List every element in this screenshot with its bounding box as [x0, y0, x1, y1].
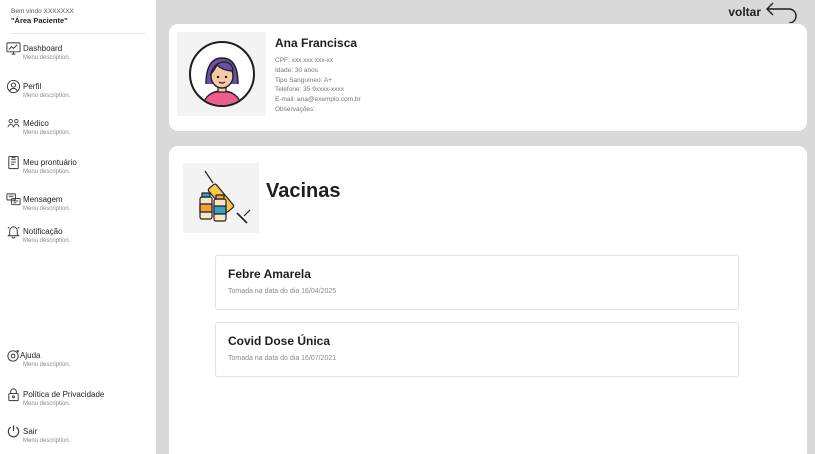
sidebar-item-label: Dashboard	[23, 44, 63, 53]
vaccines-icon-box	[183, 163, 259, 233]
vaccine-date: Tomada na data do dia 16/04/2025	[228, 288, 337, 295]
sidebar-item-description: Menu description.	[23, 206, 71, 212]
dashboard-icon	[6, 41, 21, 56]
sidebar-divider	[11, 33, 145, 34]
back-button[interactable]: voltar	[728, 0, 799, 24]
sidebar-item-meu-prontuario[interactable]: Meu prontuário Menu description.	[4, 155, 152, 183]
patient-notes: Observações:	[275, 105, 316, 113]
back-button-label: voltar	[728, 5, 761, 19]
sidebar: Bem vindo XXXXXXX "Área Paciente" Dashbo…	[0, 0, 156, 454]
sidebar-item-label: Médico	[23, 119, 49, 128]
message-icon	[6, 192, 21, 207]
welcome-block: Bem vindo XXXXXXX "Área Paciente"	[11, 7, 74, 26]
patient-card: Ana Francisca CPF: xxx.xxx.xxx-xx Idade:…	[169, 24, 807, 131]
vaccine-icon	[199, 170, 251, 224]
sidebar-item-ajuda[interactable]: Ajuda Menu description.	[4, 348, 152, 376]
doctor-icon	[6, 116, 21, 131]
vaccine-date: Tomada na data do dia 16/07/2021	[228, 355, 337, 362]
sidebar-item-label: Notificação	[23, 227, 63, 236]
sidebar-item-description: Menu description.	[23, 93, 71, 99]
sidebar-item-description: Menu description.	[23, 438, 71, 444]
medical-record-icon	[6, 155, 21, 170]
vaccines-title: Vacinas	[266, 180, 341, 202]
patient-blood-type: Tipo Sanguíneo: A+	[275, 76, 333, 84]
sidebar-item-description: Menu description.	[23, 169, 71, 175]
lock-icon	[6, 387, 21, 402]
sidebar-item-politica-de-privacidade[interactable]: Política de Privacidade Menu description…	[4, 387, 152, 415]
patient-phone: Telefone: 35 9xxxx-xxxx	[275, 86, 345, 94]
sidebar-item-description: Menu description.	[23, 238, 71, 244]
sidebar-item-dashboard[interactable]: Dashboard Menu description.	[4, 41, 152, 69]
sidebar-item-perfil[interactable]: Perfil Menu description.	[4, 79, 152, 107]
sidebar-item-label: Ajuda	[20, 351, 41, 360]
sidebar-item-description: Menu description.	[23, 401, 71, 407]
patient-info: CPF: xxx.xxx.xxx-xx Idade: 30 anos Tipo …	[275, 56, 361, 115]
area-title: "Área Paciente"	[11, 16, 68, 25]
profile-icon	[6, 79, 21, 94]
help-icon	[6, 348, 21, 363]
patient-cpf: CPF: xxx.xxx.xxx-xx	[275, 57, 334, 64]
patient-age: Idade: 30 anos	[275, 66, 319, 74]
vaccines-card: Vacinas Febre Amarela Tomada na data do …	[169, 146, 807, 454]
sidebar-item-medico[interactable]: Médico Menu description.	[4, 116, 152, 144]
vaccine-name: Febre Amarela	[228, 267, 311, 281]
sidebar-item-notificacao[interactable]: Notificação Menu description.	[4, 224, 152, 252]
avatar	[177, 32, 266, 116]
sidebar-item-description: Menu description.	[23, 130, 71, 136]
vaccine-item[interactable]: Covid Dose Única Tomada na data do dia 1…	[215, 322, 739, 377]
sidebar-item-label: Meu prontuário	[23, 158, 77, 167]
sidebar-item-mensagem[interactable]: Mensagem Menu description.	[4, 192, 152, 220]
patient-name: Ana Francisca	[275, 36, 358, 50]
sidebar-item-label: Mensagem	[23, 195, 63, 204]
back-arrow-icon	[766, 2, 797, 23]
bell-icon	[6, 224, 21, 239]
sidebar-item-label: Perfil	[23, 82, 42, 91]
sidebar-item-sair[interactable]: Sair Menu description.	[4, 424, 152, 452]
vaccine-item[interactable]: Febre Amarela Tomada na data do dia 16/0…	[215, 255, 739, 310]
power-icon	[6, 424, 21, 439]
patient-email: E-mail: ana@exemplo.com.br	[275, 96, 361, 104]
sidebar-item-label: Política de Privacidade	[23, 390, 105, 399]
avatar-woman-icon	[189, 41, 255, 107]
sidebar-item-label: Sair	[23, 427, 38, 436]
vaccine-name: Covid Dose Única	[228, 334, 331, 348]
welcome-text: Bem vindo XXXXXXX	[11, 8, 74, 15]
sidebar-item-description: Menu description.	[23, 362, 71, 368]
sidebar-item-description: Menu description.	[23, 55, 71, 61]
